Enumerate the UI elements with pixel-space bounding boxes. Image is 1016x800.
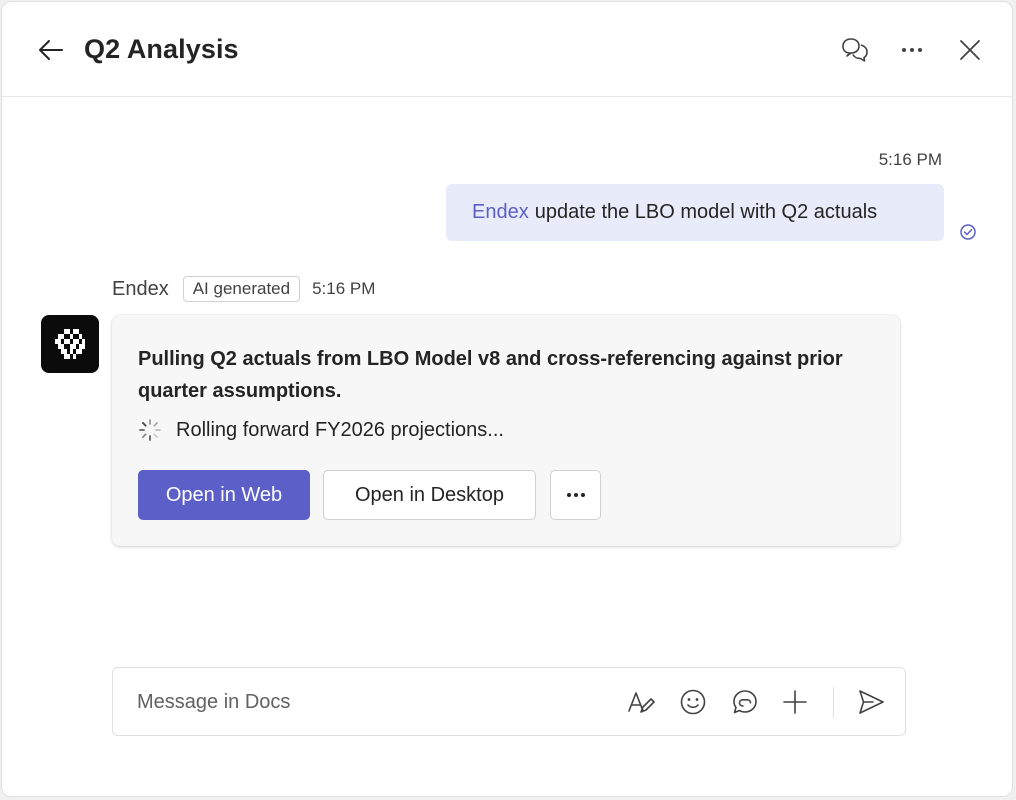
status-text: Rolling forward FY2026 projections...	[176, 418, 504, 441]
bot-message-meta: Endex AI generated 5:16 PM	[112, 274, 375, 304]
emoji-button[interactable]	[675, 684, 711, 720]
user-message-bubble: Endex update the LBO model with Q2 actua…	[446, 184, 944, 241]
bot-mention[interactable]: Endex	[472, 201, 529, 224]
card-more-button[interactable]	[550, 470, 601, 520]
endex-logo-icon	[55, 329, 85, 359]
more-horizontal-icon	[566, 493, 585, 497]
back-arrow-icon	[39, 40, 63, 60]
send-icon	[859, 690, 884, 714]
close-button[interactable]	[952, 32, 988, 68]
add-icon	[783, 690, 807, 714]
open-in-desktop-button[interactable]: Open in Desktop	[323, 470, 536, 520]
close-icon	[960, 40, 980, 60]
user-message-text: update the LBO model with Q2 actuals	[534, 201, 878, 223]
format-text-button[interactable]	[623, 684, 659, 720]
loop-button[interactable]	[727, 684, 763, 720]
spinner-icon	[139, 419, 161, 441]
chat-window: Q2 Analysis 5:16 PM Endex update the LBO…	[1, 1, 1013, 797]
composer-divider	[833, 687, 834, 718]
status-row: Rolling forward FY2026 projections...	[138, 415, 504, 445]
format-text-icon	[628, 692, 655, 713]
send-button[interactable]	[853, 684, 889, 720]
ai-generated-badge: AI generated	[182, 276, 301, 302]
add-button[interactable]	[777, 684, 813, 720]
more-horizontal-icon	[902, 48, 922, 52]
user-message-timestamp: 5:16 PM	[878, 150, 942, 169]
page-title: Q2 Analysis	[84, 34, 239, 64]
bot-message-timestamp: 5:16 PM	[312, 279, 376, 298]
back-button[interactable]	[32, 32, 68, 68]
message-input[interactable]	[137, 678, 597, 726]
message-composer	[112, 667, 906, 736]
open-in-web-button[interactable]: Open in Web	[138, 470, 310, 520]
loop-icon	[733, 690, 757, 714]
bot-response-card: Pulling Q2 actuals from LBO Model v8 and…	[112, 315, 900, 546]
read-receipt-icon	[960, 224, 976, 240]
chat-bubbles-button[interactable]	[837, 32, 873, 68]
more-options-button[interactable]	[894, 32, 930, 68]
emoji-icon	[680, 689, 706, 715]
card-title: Pulling Q2 actuals from LBO Model v8 and…	[138, 348, 843, 402]
avatar[interactable]	[41, 315, 99, 373]
chat-header: Q2 Analysis	[2, 2, 1012, 97]
chat-bubbles-icon	[842, 38, 868, 62]
bot-sender-name: Endex	[112, 277, 169, 300]
